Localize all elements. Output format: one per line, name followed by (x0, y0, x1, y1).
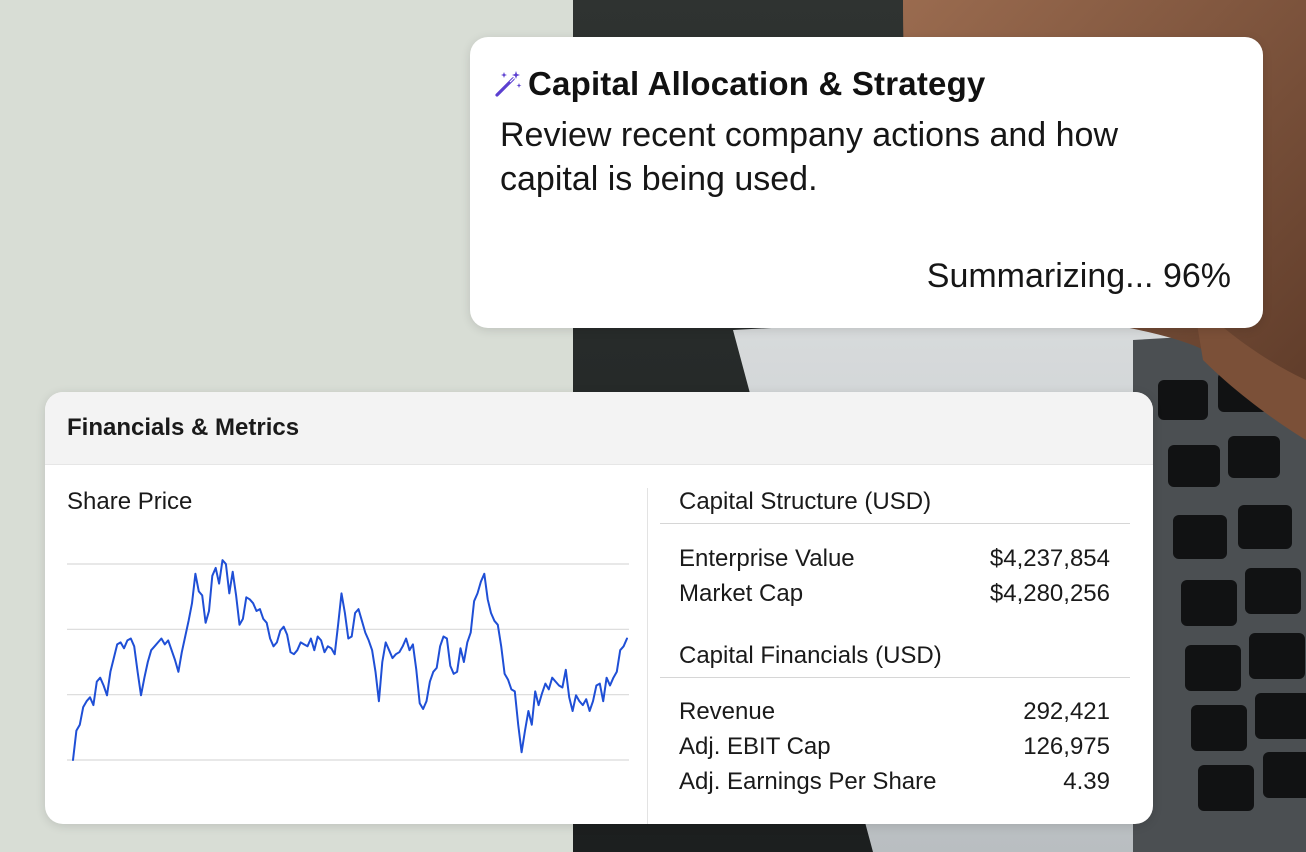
magic-wand-icon (492, 68, 524, 100)
vertical-divider (647, 488, 648, 824)
capital-financials-title: Capital Financials (USD) (679, 642, 942, 669)
metric-row-revenue: Revenue 292,421 (679, 698, 1110, 726)
share-price-chart (67, 552, 629, 772)
capital-structure-title: Capital Structure (USD) (679, 488, 932, 515)
metric-value: 4.39 (1063, 768, 1110, 795)
financials-title: Financials & Metrics (67, 414, 300, 441)
summary-card: Capital Allocation & Strategy Review rec… (470, 37, 1263, 328)
metric-label: Adj. Earnings Per Share (679, 768, 937, 795)
metric-label: Market Cap (679, 580, 804, 607)
summary-title: Capital Allocation & Strategy (528, 65, 986, 102)
metric-row-enterprise-value: Enterprise Value $4,237,854 (679, 545, 1110, 573)
financials-card: Financials & Metrics Share Price Capital… (45, 392, 1153, 824)
share-price-chart-svg (67, 559, 629, 761)
summary-description: Review recent company actions and how ca… (500, 116, 1118, 198)
financials-header: Financials & Metrics (45, 392, 1153, 465)
metric-label: Adj. EBIT Cap (679, 733, 831, 760)
section-divider (660, 523, 1130, 524)
section-divider (660, 677, 1130, 678)
metric-value: $4,237,854 (989, 545, 1110, 572)
metric-row-adj-eps: Adj. Earnings Per Share 4.39 (679, 768, 1110, 796)
metric-value: 292,421 (1023, 698, 1110, 725)
summary-title-row: Capital Allocation & Strategy (492, 65, 986, 103)
share-price-title: Share Price (67, 488, 193, 515)
metric-row-adj-ebit-cap: Adj. EBIT Cap 126,975 (679, 733, 1110, 761)
share-price-line (72, 559, 628, 761)
metric-row-market-cap: Market Cap $4,280,256 (679, 580, 1110, 608)
metric-value: 126,975 (1023, 733, 1110, 760)
metric-label: Enterprise Value (679, 545, 855, 572)
metric-value: $4,280,256 (989, 580, 1110, 607)
metric-label: Revenue (679, 698, 776, 725)
summarizing-status: Summarizing... 96% (926, 257, 1231, 295)
